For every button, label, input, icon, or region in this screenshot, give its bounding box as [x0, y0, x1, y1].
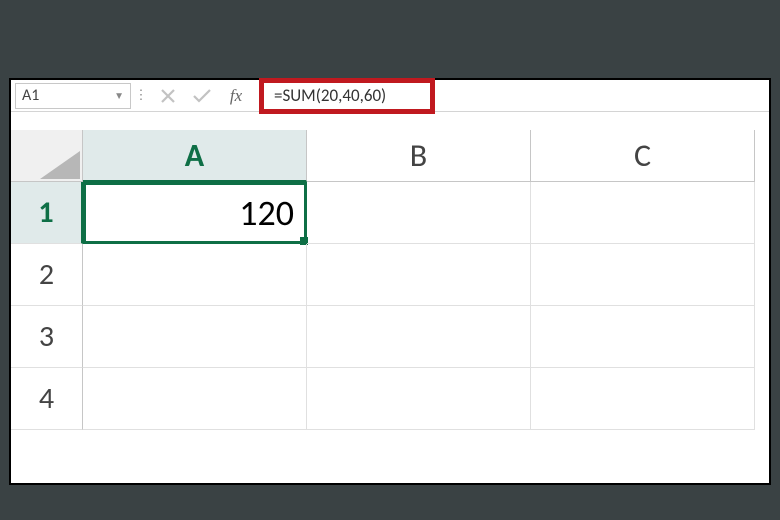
row-header-3[interactable]: 3: [11, 306, 83, 368]
row: [83, 244, 769, 306]
enter-icon[interactable]: [185, 88, 219, 104]
col-header-B[interactable]: B: [307, 130, 531, 182]
separator-dots: ⋮: [131, 88, 151, 103]
formula-bar: A1 ▼ ⋮ fx =SUM(20,40,60): [11, 80, 769, 112]
col-header-C[interactable]: C: [531, 130, 755, 182]
fx-icon[interactable]: fx: [219, 86, 253, 106]
row-header-2[interactable]: 2: [11, 244, 83, 306]
cell-A4[interactable]: [83, 368, 307, 430]
cell-A2[interactable]: [83, 244, 307, 306]
row-header-4[interactable]: 4: [11, 368, 83, 430]
cell-C4[interactable]: [531, 368, 755, 430]
cell-C2[interactable]: [531, 244, 755, 306]
row: 120: [83, 182, 769, 244]
name-box-value: A1: [22, 86, 39, 105]
select-all-corner[interactable]: [11, 130, 83, 182]
formula-highlight: =SUM(20,40,60): [259, 78, 435, 114]
col-header-A[interactable]: A: [83, 130, 307, 182]
formula-input[interactable]: =SUM(20,40,60): [274, 85, 386, 106]
row: [83, 306, 769, 368]
row-header-1[interactable]: 1: [11, 182, 83, 244]
cell-B3[interactable]: [307, 306, 531, 368]
row: [83, 368, 769, 430]
chevron-down-icon[interactable]: ▼: [114, 89, 124, 102]
row-headers: 1234: [11, 130, 83, 483]
cell-A3[interactable]: [83, 306, 307, 368]
cell-B4[interactable]: [307, 368, 531, 430]
cancel-icon[interactable]: [151, 88, 185, 104]
cell-B1[interactable]: [307, 182, 531, 244]
name-box[interactable]: A1 ▼: [15, 83, 131, 109]
cells-container: ABC 120: [83, 130, 769, 483]
spreadsheet-window: A1 ▼ ⋮ fx =SUM(20,40,60) 1234 ABC 120: [9, 78, 771, 485]
cell-C1[interactable]: [531, 182, 755, 244]
cell-B2[interactable]: [307, 244, 531, 306]
cell-A1[interactable]: 120: [83, 182, 307, 244]
grid-area: 1234 ABC 120: [11, 130, 769, 483]
cell-C3[interactable]: [531, 306, 755, 368]
col-headers: ABC: [83, 130, 769, 182]
